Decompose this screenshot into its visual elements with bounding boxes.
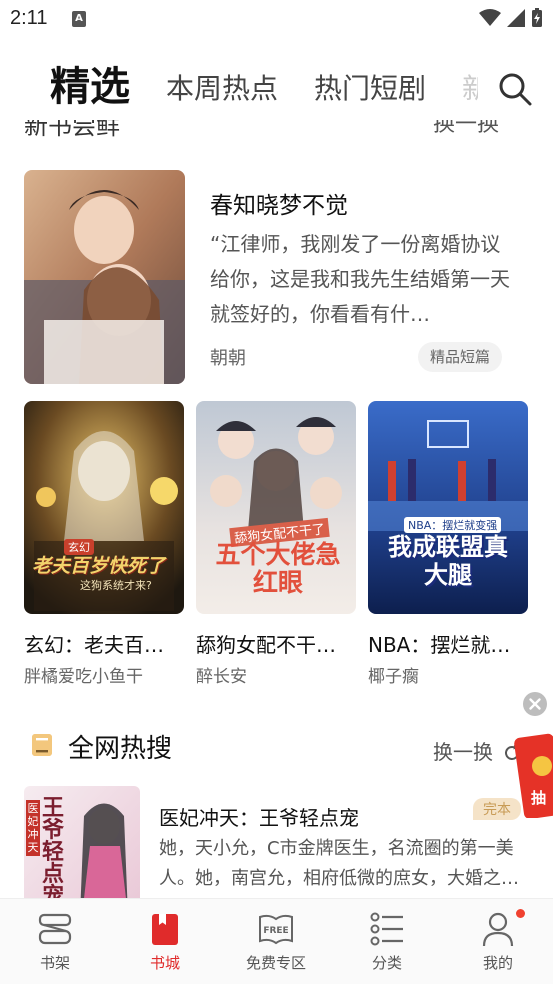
book-cover[interactable]: 舔狗女配不干了 五个大佬急红眼 [196, 401, 356, 614]
refresh-button[interactable]: 换一换 [433, 120, 499, 138]
close-icon[interactable] [523, 692, 547, 716]
nav-label: 免费专区 [245, 954, 306, 972]
bookstore-icon [152, 914, 178, 945]
book-cover[interactable]: NBA：摆烂就变强 我成联盟真大腿 [368, 401, 528, 614]
book-title: 舔狗女配不干… [196, 633, 336, 657]
book-card[interactable]: NBA：摆烂就变强 我成联盟真大腿 NBA：摆烂就… 椰子瘸 [368, 401, 528, 687]
book-author: 醉长安 [196, 667, 247, 687]
featured-book-title: 春知晓梦不觉 [210, 193, 348, 219]
featured-book-cover[interactable] [24, 170, 185, 384]
hot-book-cover[interactable]: 医妃冲天 王爷轻点宠 [24, 786, 140, 898]
book-cover-subtitle: NBA：摆烂就变强 [404, 517, 502, 533]
nav-category[interactable]: 分类 [332, 899, 442, 984]
book-icon [32, 734, 52, 756]
nav-bookstore[interactable]: 书城 [110, 899, 220, 984]
section-title: 新书尝鲜 [24, 120, 120, 140]
bookshelf-icon [38, 913, 72, 945]
notification-icon: A [72, 11, 86, 27]
hot-book-cover-tag: 医妃冲天 [26, 800, 40, 856]
book-card[interactable]: 玄幻 老夫百岁快死了 这狗系统才来? 玄幻：老夫百… 胖橘爱吃小鱼干 [24, 401, 184, 687]
nav-free-zone[interactable]: FREE 免费专区 [221, 899, 331, 984]
new-books-section-header: 新书尝鲜 换一换 [0, 120, 553, 140]
nav-profile[interactable]: 我的 [443, 899, 553, 984]
book-card[interactable]: 舔狗女配不干了 五个大佬急红眼 舔狗女配不干… 醉长安 [196, 401, 356, 687]
hot-book-cover-title: 王爷轻点宠 [42, 796, 65, 899]
nav-label: 我的 [482, 954, 513, 972]
tab-new-books[interactable]: 新 [462, 67, 478, 107]
top-tab-bar: 精选 本周热点 热门短剧 新 [0, 40, 553, 120]
hot-book-title: 医妃冲天：王爷轻点宠 [159, 806, 359, 830]
nav-label: 分类 [371, 954, 402, 972]
book-author: 胖橘爱吃小鱼干 [24, 667, 143, 687]
battery-icon [532, 8, 542, 27]
hot-book-description: 她，天小允，C市金牌医生，名流圈的第一美人。她，南宫允，相府低微的庶女，大婚之… [159, 838, 519, 889]
status-bar: 2:11 A [0, 0, 553, 40]
free-book-icon: FREE [259, 914, 293, 945]
status-icons [479, 8, 543, 28]
search-icon[interactable] [496, 70, 534, 108]
book-cover[interactable]: 玄幻 老夫百岁快死了 这狗系统才来? [24, 401, 184, 614]
completed-badge: 完本 [473, 798, 521, 820]
hot-search-refresh-button[interactable]: 换一换 [433, 736, 521, 765]
wifi-icon [479, 9, 501, 26]
signal-icon [507, 9, 525, 27]
hot-search-title: 全网热搜 [68, 734, 173, 764]
featured-book-author: 朝朝 [210, 348, 246, 369]
tab-weekly-hot[interactable]: 本周热点 [166, 67, 278, 107]
refresh-label: 换一换 [433, 740, 493, 764]
featured-book[interactable]: 春知晓梦不觉 “江律师，我刚发了一份离婚协议给你，这是我和我先生结婚第一天就签好… [24, 170, 529, 385]
book-cover-title: 老夫百岁快死了 [32, 555, 166, 577]
free-icon-text: FREE [263, 926, 288, 936]
book-cover-title: 我成联盟真大腿 [388, 533, 508, 589]
category-icon [370, 912, 403, 946]
status-time: 2:11 [10, 7, 48, 29]
hot-search-item[interactable]: 医妃冲天 王爷轻点宠 医妃冲天：王爷轻点宠 她，天小允，C市金牌医生，名流圈的第… [24, 786, 553, 898]
book-title: NBA：摆烂就… [368, 633, 511, 657]
featured-book-tag: 精品短篇 [418, 342, 503, 372]
nav-bookshelf[interactable]: 书架 [0, 899, 110, 984]
nav-label: 书架 [39, 954, 70, 972]
book-author: 椰子瘸 [368, 667, 419, 687]
book-cover-title: 五个大佬急红眼 [215, 540, 341, 597]
nav-label: 书城 [149, 954, 180, 972]
tab-featured[interactable]: 精选 [50, 54, 130, 112]
notification-dot [516, 909, 525, 918]
tab-hot-drama[interactable]: 热门短剧 [314, 67, 426, 107]
bottom-nav: 书架 书城 FREE 免费专区 分类 我的 [0, 898, 553, 984]
profile-icon [482, 912, 514, 947]
featured-book-description: “江律师，我刚发了一份离婚协议给你，这是我和我先生结婚第一天就签好的，你看看有什… [210, 232, 510, 326]
book-cover-subtitle: 这狗系统才来? [80, 579, 152, 592]
book-title: 玄幻：老夫百… [24, 633, 164, 657]
hot-search-header: 全网热搜 换一换 [24, 726, 553, 766]
